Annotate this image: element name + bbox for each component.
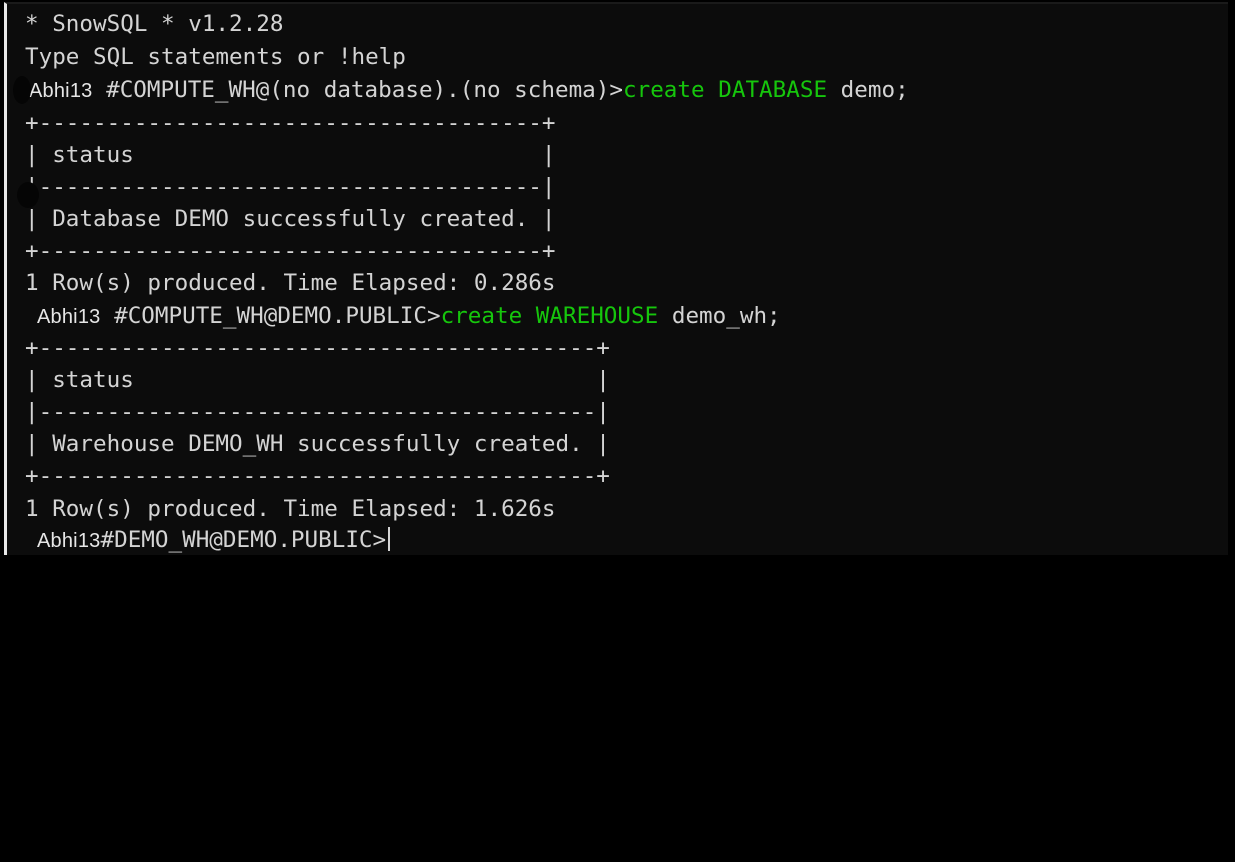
command-keyword: WAREHOUSE xyxy=(535,303,659,329)
table2-header: | status | xyxy=(25,367,610,393)
command-rest: demo_wh; xyxy=(658,303,781,329)
prompt-text: #COMPUTE_WH@DEMO.PUBLIC> xyxy=(114,303,441,329)
terminal-window[interactable]: * SnowSQL * v1.2.28 Type SQL statements … xyxy=(4,2,1228,555)
table2-row: | Warehouse DEMO_WH successfully created… xyxy=(25,431,610,457)
prompt-line-3[interactable]: Abhi13#DEMO_WH@DEMO.PUBLIC> xyxy=(37,524,391,556)
command-rest: demo; xyxy=(827,77,909,103)
result-footer-1: 1 Row(s) produced. Time Elapsed: 0.286s xyxy=(25,270,556,296)
table2-border-top: +---------------------------------------… xyxy=(25,335,610,361)
table2-separator: |---------------------------------------… xyxy=(25,399,610,425)
prompt-line-1: Abhi13 #COMPUTE_WH@(no database).(no sch… xyxy=(29,74,909,106)
table1-separator: |-------------------------------------| xyxy=(25,174,556,200)
table1-border-bottom: +-------------------------------------+ xyxy=(25,238,556,264)
help-line: Type SQL statements or !help xyxy=(25,44,406,70)
result-footer-2: 1 Row(s) produced. Time Elapsed: 1.626s xyxy=(25,496,556,522)
prompt-line-2: Abhi13 #COMPUTE_WH@DEMO.PUBLIC>create WA… xyxy=(37,300,781,332)
prompt-text: #DEMO_WH@DEMO.PUBLIC> xyxy=(100,527,387,553)
command-create: create xyxy=(623,77,705,103)
table1-row: | Database DEMO successfully created. | xyxy=(25,206,556,232)
prompt-username: Abhi13 xyxy=(37,530,101,552)
table1-header: | status | xyxy=(25,142,556,168)
table1-border-top: +-------------------------------------+ xyxy=(25,110,556,136)
prompt-text: #COMPUTE_WH@(no database).(no schema)> xyxy=(92,77,623,103)
artifact-dot xyxy=(13,76,31,104)
command-keyword: DATABASE xyxy=(718,77,828,103)
command-create: create xyxy=(440,303,523,329)
banner-line: * SnowSQL * v1.2.28 xyxy=(25,11,284,37)
artifact-dot xyxy=(17,182,39,208)
prompt-username: Abhi13 xyxy=(29,80,93,102)
text-cursor xyxy=(388,527,391,551)
prompt-username: Abhi13 xyxy=(37,306,101,328)
table2-border-bottom: +---------------------------------------… xyxy=(25,463,610,489)
